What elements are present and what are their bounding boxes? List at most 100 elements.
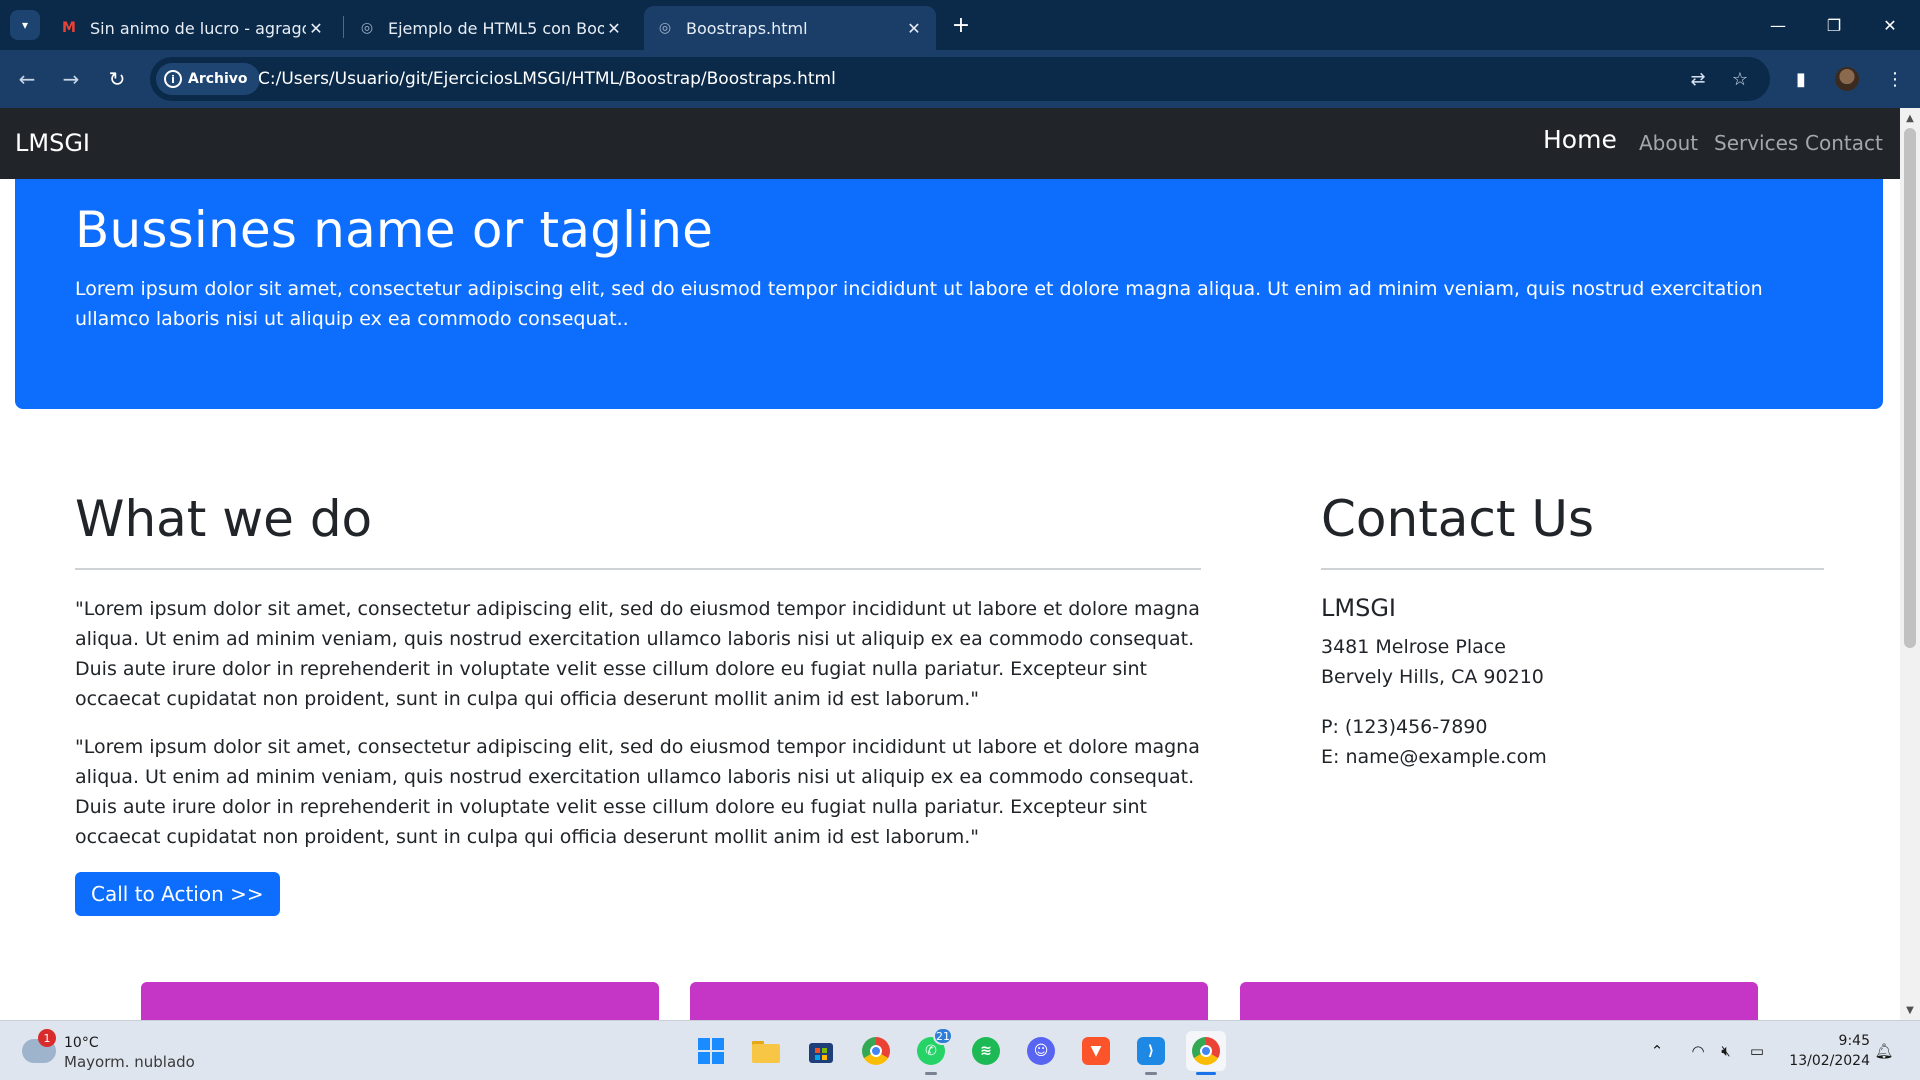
weather-widget[interactable]: 1 10°C Mayorm. nublado [22, 1029, 222, 1073]
taskbar: 1 10°C Mayorm. nublado ✆ 21 ≋ ☺ ▼ ⟩ ⌃ ◠ … [0, 1020, 1920, 1080]
back-button[interactable]: ← [12, 64, 42, 94]
brave-icon: ▼ [1082, 1037, 1110, 1065]
hero-title: Bussines name or tagline [75, 201, 714, 259]
running-indicator [925, 1072, 937, 1075]
chevron-down-icon: ▾ [21, 18, 29, 32]
chrome-button[interactable] [856, 1031, 896, 1071]
nav-services[interactable]: Services [1714, 108, 1798, 179]
site-navbar: LMSGI Home About Services Contact [0, 108, 1900, 179]
what-we-do-section: What we do "Lorem ipsum dolor sit amet, … [75, 488, 1201, 916]
brave-button[interactable]: ▼ [1076, 1031, 1116, 1071]
spotify-icon: ≋ [972, 1037, 1000, 1065]
start-button[interactable] [691, 1031, 731, 1071]
address-line-2: Bervely Hills, CA 90210 [1321, 666, 1544, 688]
battery-icon[interactable]: ▭ [1745, 1039, 1769, 1063]
contact-company: LMSGI [1321, 594, 1396, 622]
profile-avatar[interactable] [1832, 64, 1862, 94]
contact-phone: P: (123)456-7890 [1321, 716, 1488, 738]
discord-button[interactable]: ☺ [1021, 1031, 1061, 1071]
arrow-right-icon: → [62, 67, 80, 91]
close-icon[interactable]: ✕ [306, 19, 326, 38]
url-text[interactable]: C:/Users/Usuario/git/EjerciciosLMSGI/HTM… [258, 57, 836, 101]
feature-card-1 [141, 982, 659, 1020]
nav-contact[interactable]: Contact [1805, 108, 1883, 179]
page-viewport: LMSGI Home About Services Contact Bussin… [0, 108, 1900, 1020]
tab-title: Boostraps.html [686, 18, 808, 38]
close-icon[interactable]: ✕ [904, 19, 924, 38]
restore-icon: ❐ [1826, 15, 1842, 35]
file-explorer-icon [752, 1041, 780, 1063]
reload-button[interactable]: ↻ [102, 64, 132, 94]
tab-bootstrap-example[interactable]: ◎ Ejemplo de HTML5 con Bootstr ✕ [346, 6, 636, 50]
weather-badge: 1 [38, 1029, 56, 1047]
what-we-do-paragraph-1: "Lorem ipsum dolor sit amet, consectetur… [75, 598, 1200, 710]
menu-kebab-icon[interactable]: ⋮ [1880, 64, 1910, 94]
chevron-up-icon[interactable]: ⌃ [1645, 1039, 1669, 1063]
address-line-1: 3481 Melrose Place [1321, 636, 1506, 658]
tab-search-button[interactable]: ▾ [10, 10, 40, 40]
navbar-brand[interactable]: LMSGI [15, 108, 90, 179]
vertical-scrollbar[interactable]: ▲ ▼ [1900, 108, 1920, 1020]
site-info-chip[interactable]: i Archivo [156, 63, 260, 95]
running-indicator [1145, 1072, 1157, 1075]
running-indicator [1196, 1072, 1216, 1075]
tab-boostraps-active[interactable]: ◎ Boostraps.html ✕ [644, 6, 936, 50]
arrow-left-icon: ← [18, 67, 36, 91]
minimize-icon: — [1770, 15, 1786, 35]
chrome-icon [1192, 1037, 1220, 1065]
plus-icon: + [951, 12, 971, 38]
what-we-do-title: What we do [75, 490, 373, 548]
close-icon[interactable]: ✕ [604, 19, 624, 38]
spotify-button[interactable]: ≋ [966, 1031, 1006, 1071]
tab-gmail[interactable]: M Sin animo de lucro - agragom2 ✕ [48, 6, 338, 50]
hero-text: Lorem ipsum dolor sit amet, consectetur … [75, 278, 1763, 330]
hero-banner: Bussines name or tagline Lorem ipsum dol… [15, 179, 1883, 409]
whatsapp-badge: 21 [933, 1027, 953, 1045]
translate-icon[interactable]: ⇄ [1686, 67, 1710, 91]
store-icon [809, 1043, 833, 1063]
close-icon: ✕ [1883, 15, 1897, 35]
system-clock[interactable]: 9:45 13/02/2024 [1780, 1031, 1870, 1071]
wifi-icon[interactable]: ◠ [1686, 1039, 1710, 1063]
gmail-icon: M [62, 20, 76, 36]
avatar [1835, 67, 1859, 91]
clock-time: 9:45 [1838, 1033, 1870, 1049]
scroll-up-icon[interactable]: ▲ [1900, 110, 1920, 126]
address-bar[interactable]: i Archivo C:/Users/Usuario/git/Ejercicio… [150, 57, 1770, 101]
store-button[interactable] [801, 1031, 841, 1071]
forward-button[interactable]: → [56, 64, 86, 94]
contact-details: P: (123)456-7890 E: name@example.com [1321, 712, 1824, 772]
tab-title: Ejemplo de HTML5 con Bootstr [388, 18, 604, 38]
new-tab-button[interactable]: + [948, 12, 974, 38]
close-window-button[interactable]: ✕ [1862, 0, 1918, 50]
scrollbar-thumb[interactable] [1904, 128, 1916, 648]
call-to-action-button[interactable]: Call to Action >> [75, 872, 280, 916]
whatsapp-button[interactable]: ✆ 21 [911, 1027, 953, 1075]
discord-icon: ☺ [1027, 1037, 1055, 1065]
divider [1321, 568, 1824, 570]
tab-separator [343, 16, 344, 38]
contact-email: E: name@example.com [1321, 746, 1547, 768]
minimize-button[interactable]: — [1750, 0, 1806, 50]
site-info-label: Archivo [188, 71, 248, 87]
nav-about[interactable]: About [1639, 108, 1698, 179]
divider [75, 568, 1201, 570]
windows-start-icon [698, 1038, 724, 1064]
nav-home[interactable]: Home [1543, 108, 1617, 179]
contact-title: Contact Us [1321, 490, 1595, 548]
feature-card-2 [690, 982, 1208, 1020]
restore-button[interactable]: ❐ [1806, 0, 1862, 50]
file-explorer-button[interactable] [746, 1031, 786, 1071]
globe-icon: ◎ [658, 20, 672, 36]
chrome-icon [862, 1037, 890, 1065]
chrome-active-button[interactable] [1186, 1031, 1226, 1075]
bookmark-star-icon[interactable]: ☆ [1728, 67, 1752, 91]
browser-toolbar: ← → ↻ i Archivo C:/Users/Usuario/git/Eje… [0, 50, 1920, 108]
weather-temperature: 10°C [64, 1035, 99, 1051]
vscode-button[interactable]: ⟩ [1131, 1031, 1171, 1075]
notification-bell-icon[interactable]: 🔔︎ [1872, 1039, 1896, 1063]
side-panel-icon[interactable]: ▮ [1786, 64, 1816, 94]
volume-muted-icon[interactable]: 🔇︎ [1714, 1039, 1738, 1063]
vscode-icon: ⟩ [1137, 1037, 1165, 1065]
scroll-down-icon[interactable]: ▼ [1900, 1002, 1920, 1018]
